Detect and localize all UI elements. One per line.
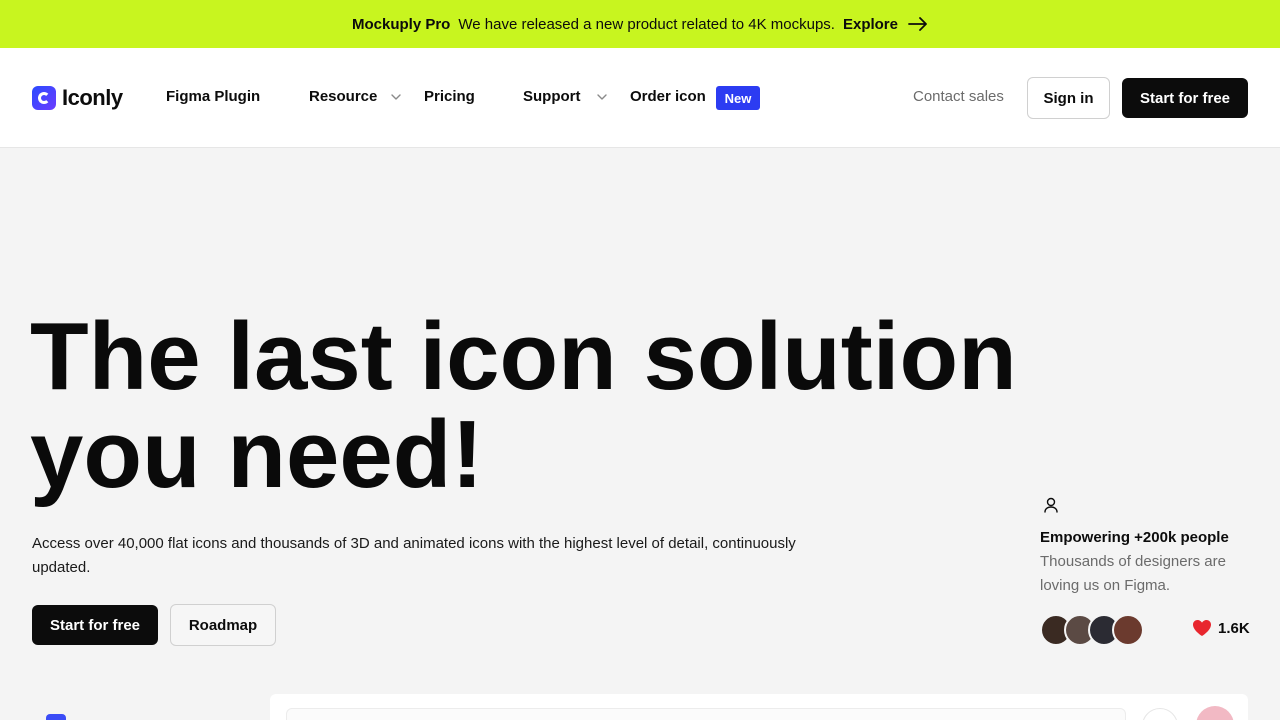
likes-value: 1.6K <box>1218 619 1250 637</box>
chevron-down-icon[interactable] <box>391 92 401 102</box>
nav-item-support[interactable]: Support <box>523 86 581 108</box>
announcement-brand: Mockuply Pro <box>352 15 451 33</box>
arrow-right-icon <box>908 17 927 31</box>
start-for-free-button[interactable]: Start for free <box>32 605 158 645</box>
social-proof-subtitle: Thousands of designers are loving us on … <box>1040 553 1226 594</box>
hero-subtitle: Access over 40,000 flat icons and thousa… <box>32 535 796 576</box>
logo[interactable]: Iconly <box>32 85 123 111</box>
explore-link[interactable]: Explore <box>843 16 928 33</box>
nav-item-pricing[interactable]: Pricing <box>424 86 475 108</box>
logo-text: Iconly <box>62 85 123 110</box>
top-nav: Iconly Figma Plugin Resource Pricing Sup… <box>0 48 1280 148</box>
social-proof-title: Empowering +200k people <box>1040 529 1229 546</box>
hero-title: The last icon solution you need! <box>30 303 1017 508</box>
chevron-down-icon[interactable] <box>597 92 607 102</box>
announcement-bar: Mockuply Pro We have released a new prod… <box>0 0 1280 48</box>
nav-item-resource[interactable]: Resource <box>309 86 377 108</box>
explore-label: Explore <box>842 15 898 33</box>
contact-sales-link[interactable]: Contact sales <box>913 86 1004 108</box>
preview-logo-icon <box>46 714 66 720</box>
user-icon <box>1044 497 1058 513</box>
heart-icon <box>1193 620 1211 636</box>
announcement-message: We have released a new product related t… <box>458 15 835 33</box>
preview-search-bar <box>286 708 1126 720</box>
nav-item-figma-plugin[interactable]: Figma Plugin <box>166 86 260 108</box>
logo-mark-icon <box>32 86 56 110</box>
likes-count: 1.6K <box>1192 619 1250 637</box>
sign-in-button[interactable]: Sign in <box>1027 77 1110 119</box>
avatar <box>1112 614 1144 646</box>
start-for-free-nav-button[interactable]: Start for free <box>1122 78 1248 118</box>
roadmap-button[interactable]: Roadmap <box>170 604 276 646</box>
nav-item-order-icon[interactable]: Order icon <box>630 86 706 108</box>
new-badge: New <box>716 86 760 110</box>
